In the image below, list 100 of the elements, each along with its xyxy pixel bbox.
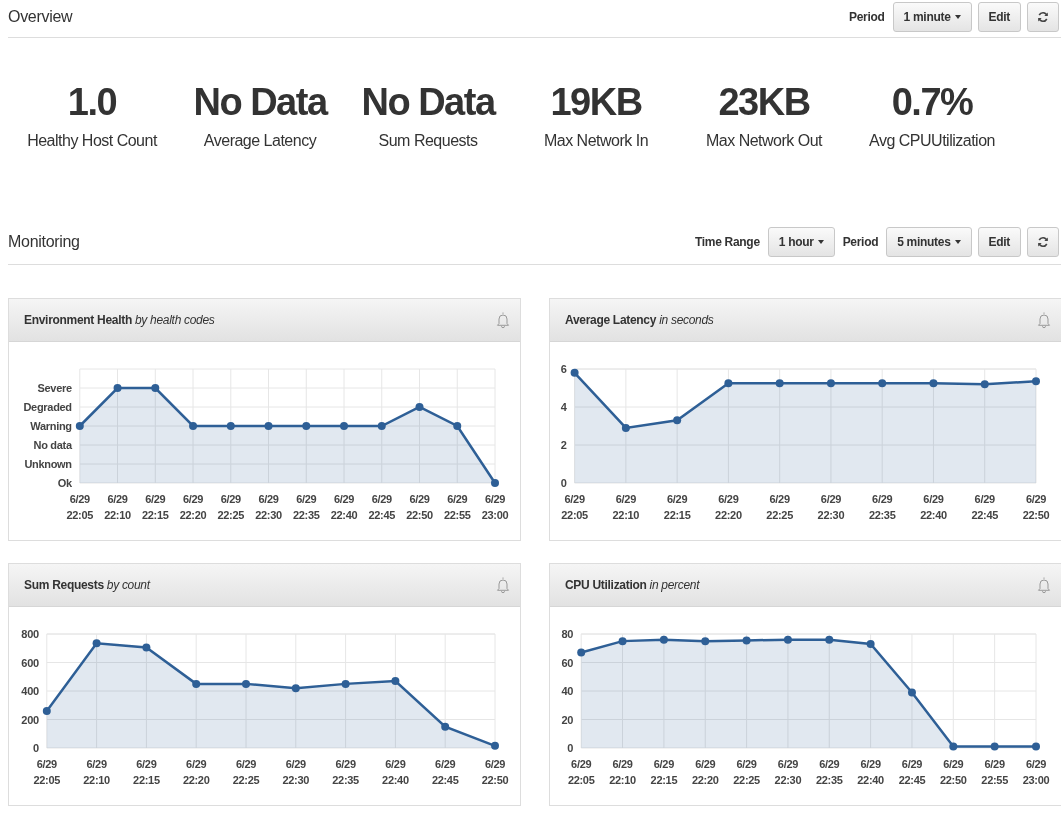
control-label: Period	[849, 9, 885, 24]
dropdown-button[interactable]: 1 minute	[892, 1, 972, 32]
axis-label: Unknown	[24, 458, 72, 470]
axis-label: 6/29 22:45	[898, 758, 926, 786]
data-point	[878, 379, 887, 388]
axis-label: 6/29 22:30	[255, 493, 282, 521]
metric-label: Max Network In	[543, 132, 649, 150]
panel-title: Environment Health by health codes	[24, 313, 215, 327]
data-point	[113, 384, 122, 392]
bell-icon[interactable]	[496, 311, 510, 329]
axis-label: 6/29 22:40	[382, 758, 409, 786]
axis-label: 6/29 22:40	[920, 493, 947, 521]
data-point	[1032, 742, 1040, 751]
axis-label: 6/29 22:05	[66, 493, 94, 521]
data-point	[701, 637, 710, 646]
axis-label: Warning	[30, 420, 72, 432]
axis-label: 6/29 22:20	[179, 493, 207, 521]
axis-label: 6/29 22:50	[1022, 493, 1050, 521]
axis-label: 6/29 22:05	[567, 758, 595, 786]
data-point	[189, 422, 198, 430]
data-point	[825, 635, 834, 644]
data-point	[929, 379, 938, 388]
axis-label: 6/29 22:40	[857, 758, 884, 786]
metric-label: Average Latency	[203, 132, 317, 150]
control-label: Period	[842, 234, 879, 249]
data-point	[866, 640, 875, 648]
axis-label: 6/29 22:05	[561, 493, 588, 521]
data-point	[415, 403, 424, 411]
axis-label: 6/29 22:30	[282, 758, 310, 786]
data-point	[570, 368, 579, 377]
data-point	[724, 379, 733, 388]
axis-label: 0	[567, 742, 574, 754]
data-point	[491, 741, 499, 750]
data-point	[341, 679, 350, 688]
data-point	[577, 648, 586, 657]
data-point	[391, 677, 400, 686]
axis-label: 6/29 22:25	[733, 758, 760, 786]
data-point	[775, 379, 784, 388]
axis-label: Severe	[37, 382, 72, 394]
edit-button[interactable]: Edit	[977, 1, 1021, 32]
axis-label: 6/29 22:25	[232, 758, 260, 786]
data-point	[990, 742, 999, 751]
axis-label: 6/29 23:00	[481, 493, 509, 521]
data-point	[453, 422, 462, 430]
data-point	[226, 422, 235, 430]
metric-label: Avg CPUUtilization	[869, 132, 995, 150]
refresh-icon	[1037, 235, 1049, 248]
axis-label: 40	[561, 685, 574, 697]
data-point	[618, 637, 627, 646]
metric-label: Healthy Host Count	[27, 132, 157, 150]
edit-button[interactable]: Edit	[977, 226, 1021, 257]
axis-label: 400	[21, 685, 39, 697]
metric-value: 19KB	[550, 80, 642, 124]
panel-title: CPU Utilization in percent	[565, 578, 700, 592]
axis-label: 6/29 22:10	[104, 493, 131, 521]
axis-label: 0	[560, 477, 567, 489]
axis-label: 6/29 22:35	[868, 493, 896, 521]
data-point	[783, 635, 792, 644]
axis-label: 200	[21, 713, 39, 726]
refresh-button[interactable]	[1027, 1, 1059, 32]
data-point	[491, 479, 499, 487]
dropdown-button[interactable]: 1 hour	[767, 226, 835, 257]
axis-label: 6/29 22:45	[431, 758, 459, 786]
axis-label: 2	[560, 439, 567, 451]
metric-label: Sum Requests	[378, 132, 478, 150]
axis-label: No data	[33, 439, 72, 451]
data-point	[907, 688, 916, 697]
axis-label: 6/29 23:00	[1022, 758, 1050, 786]
bell-icon[interactable]	[1037, 311, 1051, 329]
metric-value: 0.7%	[891, 80, 973, 124]
data-point	[302, 422, 311, 430]
dropdown-button[interactable]: 5 minutes	[886, 226, 972, 257]
metric-value: 1.0	[67, 80, 117, 124]
axis-label: 600	[21, 656, 39, 669]
axis-label: 4	[560, 401, 567, 413]
bell-icon[interactable]	[1037, 576, 1051, 594]
axis-label: 6/29 22:45	[971, 493, 999, 521]
axis-label: 6	[560, 363, 567, 375]
axis-label: 6/29 22:30	[817, 493, 845, 521]
axis-label: 60	[561, 656, 574, 669]
data-point	[151, 384, 160, 392]
panel-title: Sum Requests by count	[24, 578, 150, 592]
metric-label: Max Network Out	[705, 132, 823, 150]
data-point	[264, 422, 273, 430]
axis-label: 80	[561, 628, 574, 640]
data-point	[980, 380, 989, 389]
axis-label: 6/29 22:55	[981, 758, 1008, 786]
refresh-icon	[1037, 10, 1049, 23]
axis-label: 6/29 22:15	[141, 493, 169, 521]
axis-label: 6/29 22:15	[650, 758, 678, 786]
axis-label: 6/29 22:25	[217, 493, 245, 521]
data-point	[1032, 377, 1040, 386]
axis-label: 6/29 22:20	[715, 493, 742, 521]
axis-label: 6/29 22:10	[609, 758, 636, 786]
axis-label: 6/29 22:30	[774, 758, 802, 786]
bell-icon[interactable]	[496, 576, 510, 594]
axis-label: Ok	[57, 477, 72, 489]
axis-label: 6/29 22:35	[815, 758, 843, 786]
refresh-button[interactable]	[1027, 226, 1059, 257]
axis-label: 20	[561, 713, 574, 726]
